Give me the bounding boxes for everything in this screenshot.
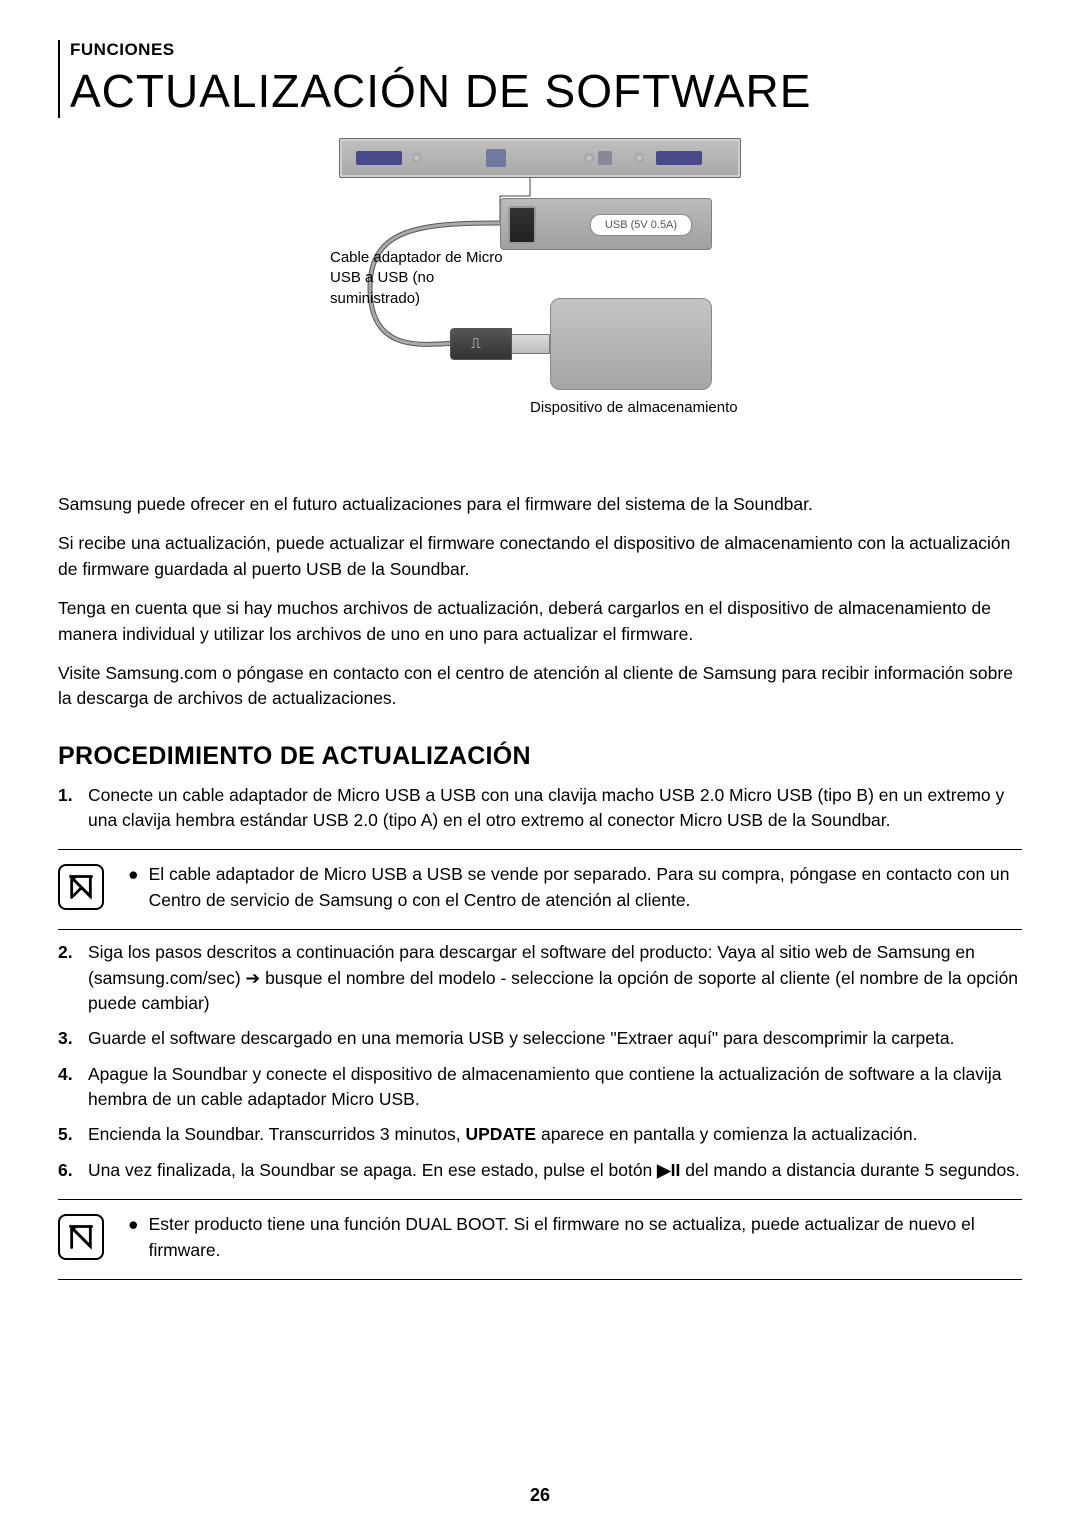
usb-connector-illustration: ⎍: [450, 328, 550, 358]
step-2: Siga los pasos descritos a continuación …: [58, 940, 1022, 1016]
update-keyword: UPDATE: [465, 1124, 536, 1144]
step-3: Guarde el software descargado en una mem…: [58, 1026, 1022, 1051]
note-icon: [58, 1214, 104, 1260]
play-pause-icon: ▶II: [657, 1160, 680, 1180]
connection-diagram: USB (5V 0.5A) Cable adaptador de Micro U…: [330, 138, 750, 478]
page-number: 26: [0, 1485, 1080, 1506]
step-4: Apague la Soundbar y conecte el disposit…: [58, 1062, 1022, 1113]
step-1: Conecte un cable adaptador de Micro USB …: [58, 783, 1022, 834]
step-5: Encienda la Soundbar. Transcurridos 3 mi…: [58, 1122, 1022, 1147]
note-box-2: ● Ester producto tiene una función DUAL …: [58, 1199, 1022, 1280]
note-2-text: Ester producto tiene una función DUAL BO…: [149, 1212, 1022, 1263]
note-icon: [58, 864, 104, 910]
page-title: ACTUALIZACIÓN DE SOFTWARE: [70, 64, 1022, 118]
step-6: Una vez finalizada, la Soundbar se apaga…: [58, 1158, 1022, 1183]
intro-paragraph-1: Samsung puede ofrecer en el futuro actua…: [58, 492, 1022, 517]
storage-label: Dispositivo de almacenamiento: [530, 398, 738, 418]
intro-paragraph-3: Tenga en cuenta que si hay muchos archiv…: [58, 596, 1022, 647]
procedure-heading: PROCEDIMIENTO DE ACTUALIZACIÓN: [58, 742, 1022, 771]
micro-usb-plug-illustration: [508, 206, 536, 244]
note-box-1: ● El cable adaptador de Micro USB a USB …: [58, 849, 1022, 930]
storage-device-illustration: [550, 298, 712, 390]
usb-icon: ⎍: [471, 335, 481, 352]
bullet-dot: ●: [128, 1212, 139, 1263]
intro-paragraph-4: Visite Samsung.com o póngase en contacto…: [58, 661, 1022, 712]
usb-port-badge: USB (5V 0.5A): [590, 214, 692, 236]
intro-paragraph-2: Si recibe una actualización, puede actua…: [58, 531, 1022, 582]
section-breadcrumb: FUNCIONES: [70, 40, 1022, 60]
note-1-text: El cable adaptador de Micro USB a USB se…: [149, 862, 1022, 913]
bullet-dot: ●: [128, 862, 139, 913]
soundbar-illustration: [339, 138, 741, 178]
cable-label: Cable adaptador de Micro USB a USB (no s…: [330, 248, 510, 309]
